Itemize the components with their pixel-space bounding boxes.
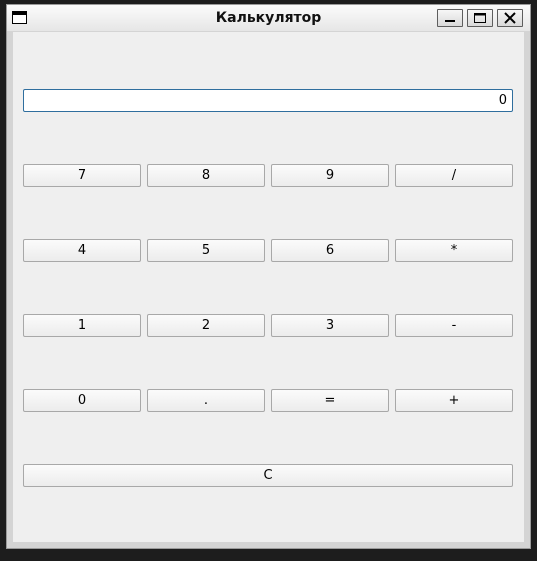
clear-button[interactable]: C: [23, 464, 513, 487]
display-field[interactable]: 0: [23, 89, 513, 112]
key-4[interactable]: 4: [23, 239, 141, 262]
key-divide[interactable]: /: [395, 164, 513, 187]
key-equals[interactable]: =: [271, 389, 389, 412]
key-1[interactable]: 1: [23, 314, 141, 337]
maximize-button[interactable]: [467, 9, 493, 27]
calculator-window: Калькулятор 0 7 8 9 / 4 5 6 * 1 2 3 - 0 …: [6, 4, 531, 549]
key-8[interactable]: 8: [147, 164, 265, 187]
key-7[interactable]: 7: [23, 164, 141, 187]
key-0[interactable]: 0: [23, 389, 141, 412]
minimize-icon: [445, 20, 455, 22]
maximize-icon: [474, 13, 486, 23]
key-2[interactable]: 2: [147, 314, 265, 337]
key-add[interactable]: +: [395, 389, 513, 412]
close-icon: [504, 12, 516, 24]
key-multiply[interactable]: *: [395, 239, 513, 262]
key-5[interactable]: 5: [147, 239, 265, 262]
key-9[interactable]: 9: [271, 164, 389, 187]
minimize-button[interactable]: [437, 9, 463, 27]
key-6[interactable]: 6: [271, 239, 389, 262]
key-decimal[interactable]: .: [147, 389, 265, 412]
close-button[interactable]: [497, 9, 523, 27]
key-subtract[interactable]: -: [395, 314, 513, 337]
title-bar[interactable]: Калькулятор: [7, 5, 530, 31]
calculator-body: 0 7 8 9 / 4 5 6 * 1 2 3 - 0 . = + C: [13, 32, 524, 542]
key-3[interactable]: 3: [271, 314, 389, 337]
